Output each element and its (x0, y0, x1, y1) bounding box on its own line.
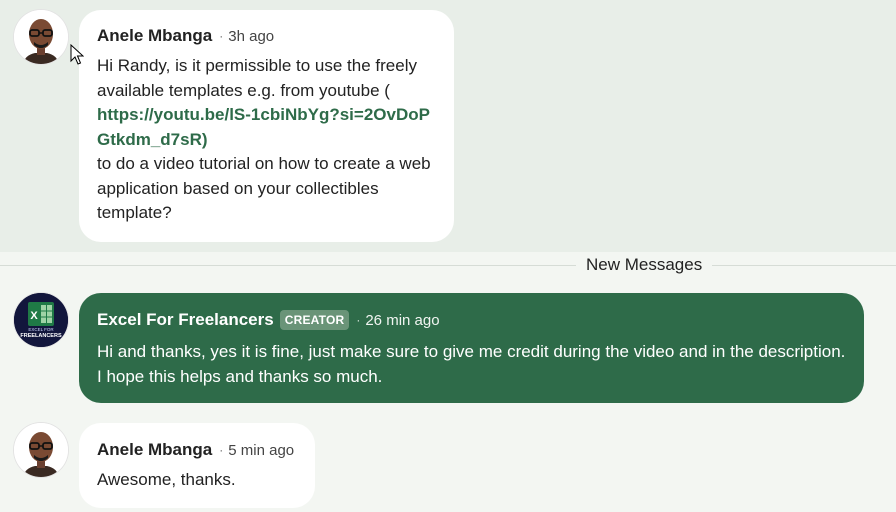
logo-letter: X (30, 310, 38, 322)
excel-logo-icon: X EXCEL FOR FREELANCERS (14, 293, 68, 347)
person-avatar-icon (14, 423, 68, 477)
timestamp[interactable]: 3h ago (228, 28, 274, 45)
message-text: Hi and thanks, yes it is fine, just make… (97, 342, 846, 386)
person-avatar-icon (14, 10, 68, 64)
message-bubble: Anele Mbanga · 5 min ago Awesome, thanks… (79, 423, 315, 508)
message-header: Excel For Freelancers CREATOR · 26 min a… (97, 310, 846, 330)
avatar-anele-mbanga[interactable] (14, 423, 68, 477)
message-bubble: Anele Mbanga · 3h ago Hi Randy, is it pe… (79, 10, 454, 242)
author-name[interactable]: Anele Mbanga (97, 26, 212, 46)
avatar-excel-for-freelancers[interactable]: X EXCEL FOR FREELANCERS (14, 293, 68, 347)
timestamp[interactable]: 5 min ago (228, 442, 294, 459)
message-text: Hi Randy, is it permissible to use the f… (97, 54, 436, 226)
message-text-rest: to do a video tutorial on how to create … (97, 154, 431, 222)
creator-badge: CREATOR (279, 310, 350, 330)
message-bubble-creator: Excel For Freelancers CREATOR · 26 min a… (79, 293, 864, 403)
message-header: Anele Mbanga · 5 min ago (97, 440, 297, 460)
author-name[interactable]: Anele Mbanga (97, 440, 212, 460)
timestamp[interactable]: 26 min ago (365, 312, 439, 329)
youtube-link[interactable]: https://youtu.be/lS-1cbiNbYg?si=2OvDoPGt… (97, 103, 436, 152)
author-name[interactable]: Excel For Freelancers (97, 310, 274, 330)
mouse-pointer-icon (70, 44, 84, 65)
separator-dot: · (219, 29, 224, 43)
separator-dot: · (356, 313, 361, 327)
new-messages-label: New Messages (576, 255, 713, 275)
message-text: Awesome, thanks. (97, 470, 236, 489)
message-header: Anele Mbanga · 3h ago (97, 26, 436, 46)
logo-text-top: EXCEL FOR (28, 327, 54, 332)
separator-dot: · (219, 443, 224, 457)
logo-text-bottom: FREELANCERS (20, 333, 62, 339)
new-messages-divider (0, 265, 896, 266)
avatar-anele-mbanga[interactable] (14, 10, 68, 64)
message-text-intro: Hi Randy, is it permissible to use the f… (97, 56, 417, 100)
